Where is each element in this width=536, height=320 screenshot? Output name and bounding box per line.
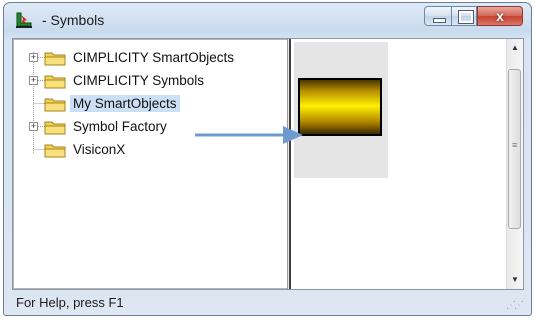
scroll-up-button[interactable]: ▲	[507, 39, 523, 56]
title-bar[interactable]: - Symbols x	[4, 3, 531, 37]
maximize-button[interactable]	[451, 6, 477, 26]
caption-buttons: x	[424, 6, 523, 28]
close-button[interactable]: x	[477, 6, 523, 26]
grip-icon: ≡	[512, 140, 518, 150]
tree-item-label: My SmartObjects	[70, 95, 180, 112]
tree-item-label: CIMPLICITY Symbols	[73, 73, 205, 88]
status-text: For Help, press F1	[16, 295, 124, 310]
symbol-preview-pane[interactable]	[291, 39, 507, 289]
symbol-app-icon	[16, 12, 32, 28]
folder-icon	[44, 144, 66, 158]
expand-toggle[interactable]: +	[29, 76, 38, 85]
symbol-tree[interactable]: + CIMPLICITY SmartObjects + CIMPLICITY S…	[13, 39, 287, 289]
folder-icon	[44, 98, 66, 112]
symbol-thumbnail-cell[interactable]	[294, 42, 388, 178]
scroll-thumb[interactable]: ≡	[508, 69, 521, 229]
tree-item-label: VisiconX	[73, 142, 126, 157]
folder-icon	[44, 75, 66, 89]
symbols-window: - Symbols x + CIMPLICITY SmartObjects + …	[3, 2, 532, 316]
minimize-button[interactable]	[424, 6, 451, 26]
folder-icon	[44, 52, 66, 66]
vertical-scrollbar[interactable]: ▲ ≡ ▼	[506, 39, 523, 289]
window-title: - Symbols	[42, 12, 105, 28]
smartobject-symbol[interactable]	[298, 78, 382, 136]
close-icon: x	[496, 8, 504, 24]
expand-toggle[interactable]: +	[29, 122, 38, 131]
tree-item-label: CIMPLICITY SmartObjects	[73, 50, 235, 65]
client-area: + CIMPLICITY SmartObjects + CIMPLICITY S…	[12, 38, 524, 290]
folder-icon	[44, 121, 66, 135]
resize-grip-icon[interactable]: ⋰⋰	[506, 300, 524, 311]
drag-arrow-icon	[195, 126, 303, 144]
scroll-down-button[interactable]: ▼	[507, 271, 523, 288]
expand-toggle[interactable]: +	[29, 53, 38, 62]
tree-item-label: Symbol Factory	[73, 119, 167, 134]
status-bar: For Help, press F1 ⋰⋰	[12, 292, 524, 314]
